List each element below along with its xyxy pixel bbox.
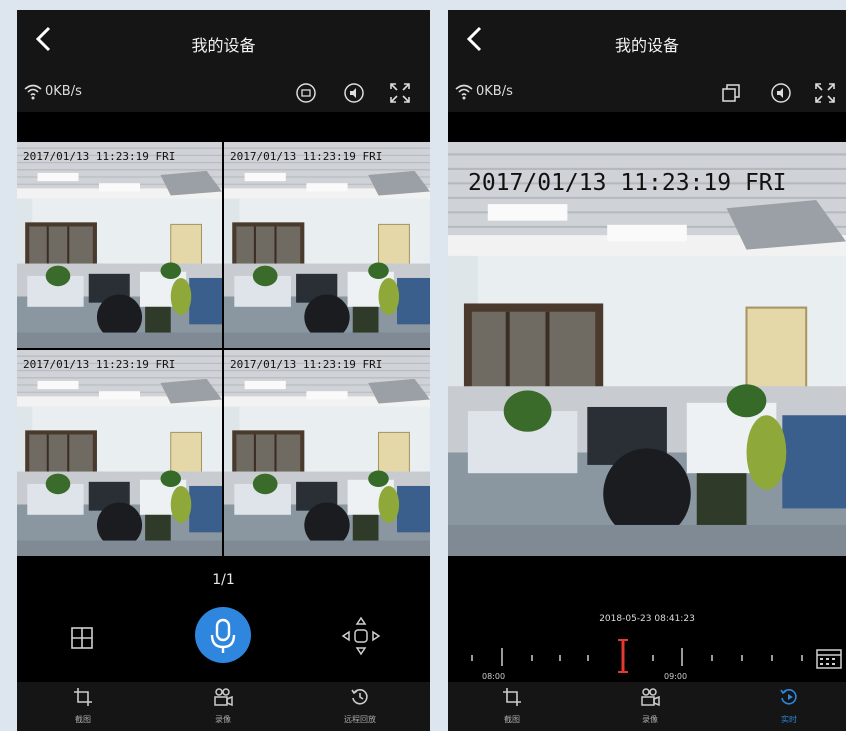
- speed-indicator: 0KB/s: [476, 84, 513, 99]
- time-marker[interactable]: [618, 639, 628, 673]
- right-phone-screen: 我的设备 0KB/s 2017/01/13 11:23:19 FRI 2018-…: [448, 10, 846, 731]
- video-timestamp: 2017/01/13 11:23:19 FRI: [230, 358, 383, 371]
- video-timestamp: 2017/01/13 11:23:19 FRI: [23, 150, 176, 163]
- fullscreen-icon[interactable]: [814, 82, 836, 104]
- grid-layout-icon[interactable]: [69, 625, 95, 651]
- nav-label: 截图: [504, 715, 520, 724]
- nav-label: 实时: [781, 715, 797, 724]
- page-title: 我的设备: [191, 36, 256, 55]
- nav-label: 远程回放: [344, 715, 376, 724]
- nav-label: 截图: [75, 715, 91, 724]
- fullscreen-icon[interactable]: [389, 82, 411, 104]
- video-main[interactable]: 2017/01/13 11:23:19 FRI: [448, 142, 846, 556]
- timeline-tick-label: 09:00: [664, 672, 688, 681]
- playback-timeline[interactable]: [448, 628, 846, 680]
- page-indicator: 1/1: [212, 572, 235, 588]
- camera-feed: [224, 350, 430, 556]
- calendar-icon[interactable]: [816, 649, 842, 669]
- multi-window-icon[interactable]: [720, 82, 742, 104]
- page-title: 我的设备: [614, 36, 679, 55]
- playback-icon: [351, 689, 368, 705]
- camera-feed: [448, 142, 846, 556]
- timeline-tick-label: 08:00: [482, 672, 506, 681]
- bottom-toolbar: 截图 录像 远程回放: [17, 682, 430, 731]
- left-phone-screen: 我的设备 0KB/s 2017/01/13 11:23:19 FRI 2017/…: [17, 10, 430, 731]
- nav-screenshot[interactable]: 截图: [33, 682, 133, 731]
- status-bar: 0KB/s: [17, 74, 430, 112]
- speed-indicator: 0KB/s: [45, 84, 82, 99]
- nav-label: 录像: [215, 715, 231, 724]
- wifi-icon: [455, 84, 473, 100]
- live-icon: [780, 689, 797, 705]
- nav-screenshot[interactable]: 截图: [462, 682, 562, 731]
- camera-feed: [17, 350, 222, 556]
- speaker-icon[interactable]: [343, 82, 365, 104]
- video-tile-2[interactable]: 2017/01/13 11:23:19 FRI: [224, 142, 430, 348]
- video-record-icon: [641, 688, 660, 707]
- status-bar: 0KB/s: [448, 74, 846, 112]
- microphone-icon: [210, 618, 236, 653]
- video-tile-1[interactable]: 2017/01/13 11:23:19 FRI: [17, 142, 222, 348]
- ptz-direction-icon[interactable]: [340, 615, 382, 657]
- nav-label: 录像: [642, 715, 658, 724]
- header-bar: 我的设备: [17, 10, 430, 74]
- nav-live[interactable]: 实时: [739, 682, 839, 731]
- video-header-band: [448, 112, 846, 142]
- timeline-current-time: 2018-05-23 08:41:23: [599, 614, 695, 624]
- bottom-toolbar: 截图 录像 实时: [448, 682, 846, 731]
- video-timestamp: 2017/01/13 11:23:19 FRI: [468, 170, 787, 196]
- video-tile-4[interactable]: 2017/01/13 11:23:19 FRI: [224, 350, 430, 556]
- nav-record[interactable]: 录像: [600, 682, 700, 731]
- video-tile-3[interactable]: 2017/01/13 11:23:19 FRI: [17, 350, 222, 556]
- speaker-icon[interactable]: [770, 82, 792, 104]
- crop-icon: [503, 688, 521, 706]
- nav-remote-playback[interactable]: 远程回放: [310, 682, 410, 731]
- wifi-icon: [24, 84, 42, 100]
- video-timestamp: 2017/01/13 11:23:19 FRI: [23, 358, 176, 371]
- header-bar: 我的设备: [448, 10, 846, 74]
- talk-button[interactable]: [195, 607, 251, 663]
- nav-record[interactable]: 录像: [173, 682, 273, 731]
- video-record-icon: [214, 688, 233, 707]
- hd-quality-icon[interactable]: [295, 82, 317, 104]
- camera-feed: [224, 142, 430, 348]
- crop-icon: [74, 688, 92, 706]
- video-header-band: [17, 112, 430, 142]
- video-timestamp: 2017/01/13 11:23:19 FRI: [230, 150, 383, 163]
- camera-feed: [17, 142, 222, 348]
